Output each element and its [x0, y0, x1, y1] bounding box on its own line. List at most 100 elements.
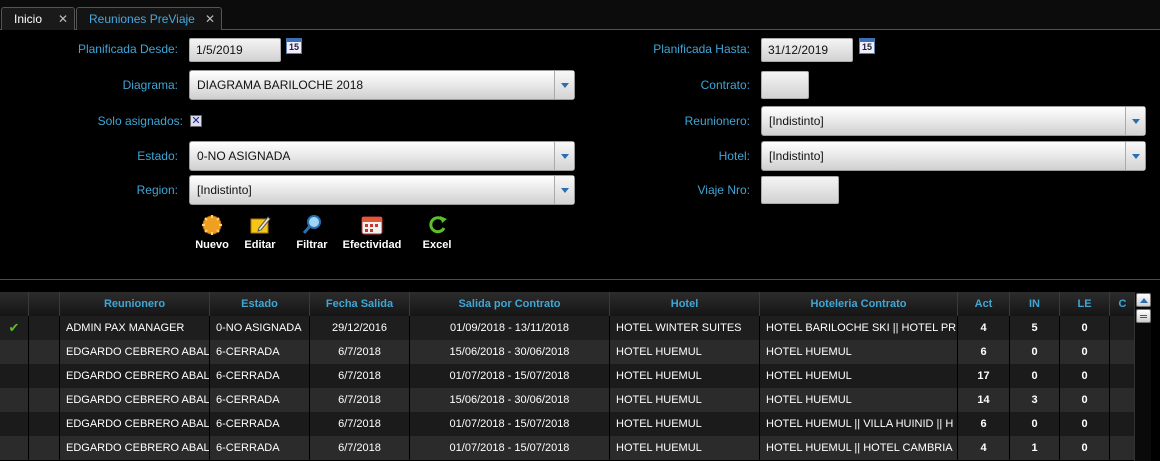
region-value: [Indistinto]: [197, 183, 252, 197]
cell-empty: [1110, 412, 1136, 436]
cell-salida: 15/06/2018 - 30/06/2018: [410, 340, 610, 364]
cell-le: 0: [1060, 340, 1110, 364]
cell-reunionero: ADMIN PAX MANAGER: [60, 316, 210, 340]
hotel-select[interactable]: [Indistinto]: [761, 141, 1146, 171]
chevron-down-icon[interactable]: [554, 71, 574, 99]
cell-hoteleria: HOTEL HUEMUL: [760, 364, 958, 388]
cell-le: 0: [1060, 412, 1110, 436]
cell-le: 0: [1060, 316, 1110, 340]
header-le[interactable]: LE: [1060, 292, 1110, 316]
excel-button[interactable]: Excel: [420, 214, 454, 251]
cell-salida: 01/07/2018 - 15/07/2018: [410, 436, 610, 460]
scroll-thumb[interactable]: [1136, 309, 1151, 323]
planificada-hasta-input[interactable]: 31/12/2019: [761, 38, 853, 62]
table-row[interactable]: EDGARDO CEBRERO ABALO 6-CERRADA 6/7/2018 01…: [0, 412, 1136, 436]
cell-act: 4: [958, 436, 1010, 460]
cell-estado: 6-CERRADA: [210, 340, 310, 364]
hotel-value: [Indistinto]: [769, 149, 824, 163]
nuevo-button[interactable]: Nuevo: [193, 214, 231, 251]
cell-in: 1: [1010, 436, 1060, 460]
efectividad-label: Efectividad: [342, 239, 402, 251]
divider: [0, 279, 1160, 280]
table-row[interactable]: EDGARDO CEBRERO ABALO 6-CERRADA 6/7/2018 01…: [0, 436, 1136, 460]
header-hotel[interactable]: Hotel: [610, 292, 760, 316]
reunionero-select[interactable]: [Indistinto]: [761, 106, 1146, 136]
nuevo-label: Nuevo: [195, 239, 229, 251]
cell-salida: 01/07/2018 - 15/07/2018: [410, 364, 610, 388]
viaje-nro-input[interactable]: [761, 176, 839, 204]
header-act[interactable]: Act: [958, 292, 1010, 316]
header-hoteleria-contrato[interactable]: Hoteleria Contrato: [760, 292, 958, 316]
cell-estado: 0-NO ASIGNADA: [210, 316, 310, 340]
cell-salida: 01/07/2018 - 15/07/2018: [410, 412, 610, 436]
row-check-cell: [0, 412, 29, 436]
solo-asignados-checkbox[interactable]: ✕: [190, 115, 202, 127]
close-icon[interactable]: ✕: [58, 12, 68, 26]
header-reunionero[interactable]: Reunionero: [60, 292, 210, 316]
diagrama-value: DIAGRAMA BARILOCHE 2018: [197, 78, 364, 92]
header-salida-contrato[interactable]: Salida por Contrato: [410, 292, 610, 316]
cell-reunionero: EDGARDO CEBRERO ABALO: [60, 364, 210, 388]
table-row[interactable]: EDGARDO CEBRERO ABALO 6-CERRADA 6/7/2018 01…: [0, 364, 1136, 388]
header-in[interactable]: IN: [1010, 292, 1060, 316]
efectividad-button[interactable]: Efectividad: [340, 214, 404, 251]
estado-label: Estado:: [137, 149, 178, 163]
editar-button[interactable]: Editar: [242, 214, 278, 251]
cell-estado: 6-CERRADA: [210, 388, 310, 412]
viaje-nro-label: Viaje Nro:: [697, 183, 750, 197]
chevron-down-icon[interactable]: [554, 176, 574, 204]
header-estado[interactable]: Estado: [210, 292, 310, 316]
table-row[interactable]: EDGARDO CEBRERO ABALO 6-CERRADA 6/7/2018 15…: [0, 340, 1136, 364]
search-icon: [301, 214, 323, 236]
diagrama-select[interactable]: DIAGRAMA BARILOCHE 2018: [189, 70, 575, 100]
solo-asignados-label: Solo asignados:: [97, 114, 183, 128]
refresh-icon: [426, 214, 448, 236]
contrato-input[interactable]: [761, 71, 809, 99]
cell-reunionero: EDGARDO CEBRERO ABALO: [60, 412, 210, 436]
cell-hoteleria: HOTEL HUEMUL: [760, 388, 958, 412]
cell-hotel: HOTEL WINTER SUITES: [610, 316, 760, 340]
table-row[interactable]: ✔ ADMIN PAX MANAGER 0-NO ASIGNADA 29/12/201…: [0, 316, 1136, 340]
tab-reuniones-previaje[interactable]: Reuniones PreViaje ✕: [76, 7, 222, 30]
editar-label: Editar: [244, 239, 276, 251]
row-check-cell: [0, 364, 29, 388]
new-icon: [201, 214, 223, 236]
chevron-down-icon[interactable]: [1125, 107, 1145, 135]
calendar-icon[interactable]: 15: [286, 38, 302, 54]
cell-empty: [1110, 388, 1136, 412]
tab-bar: Inicio ✕ Reuniones PreViaje ✕: [0, 0, 1160, 30]
row-check-cell: [0, 436, 29, 460]
cell-hotel: HOTEL HUEMUL: [610, 340, 760, 364]
cell-in: 0: [1010, 412, 1060, 436]
filtrar-button[interactable]: Filtrar: [294, 214, 330, 251]
reunionero-value: [Indistinto]: [769, 114, 824, 128]
planificada-desde-label: Planificada Desde:: [77, 42, 178, 56]
planificada-hasta-label: Planificada Hasta:: [653, 42, 750, 56]
cell-hoteleria: HOTEL HUEMUL: [760, 340, 958, 364]
scroll-up-icon[interactable]: [1136, 293, 1151, 307]
vertical-scrollbar[interactable]: [1134, 292, 1151, 461]
checkmark-icon: ✔: [8, 320, 20, 335]
cell-fecha: 6/7/2018: [310, 364, 410, 388]
region-select[interactable]: [Indistinto]: [189, 175, 575, 205]
close-icon[interactable]: ✕: [205, 12, 215, 26]
header-fecha-salida[interactable]: Fecha Salida: [310, 292, 410, 316]
hotel-label: Hotel:: [718, 149, 750, 163]
cell-hotel: HOTEL HUEMUL: [610, 388, 760, 412]
estado-select[interactable]: 0-NO ASIGNADA: [189, 141, 575, 171]
planificada-desde-input[interactable]: 1/5/2019: [189, 38, 281, 62]
cell-estado: 6-CERRADA: [210, 436, 310, 460]
cell-hotel: HOTEL HUEMUL: [610, 364, 760, 388]
cell-hoteleria: HOTEL BARILOCHE SKI || HOTEL PRES: [760, 316, 958, 340]
header-c[interactable]: C: [1110, 292, 1136, 316]
chevron-down-icon[interactable]: [554, 142, 574, 170]
contrato-label: Contrato:: [700, 78, 750, 92]
edit-icon: [249, 214, 271, 236]
chevron-down-icon[interactable]: [1125, 142, 1145, 170]
cell-act: 4: [958, 316, 1010, 340]
calendar-icon[interactable]: 15: [859, 38, 875, 54]
calendar-chart-icon: [361, 214, 383, 236]
table-row[interactable]: EDGARDO CEBRERO ABALO 6-CERRADA 6/7/2018 15…: [0, 388, 1136, 412]
cell-empty: [1110, 340, 1136, 364]
tab-inicio[interactable]: Inicio ✕: [1, 7, 75, 30]
